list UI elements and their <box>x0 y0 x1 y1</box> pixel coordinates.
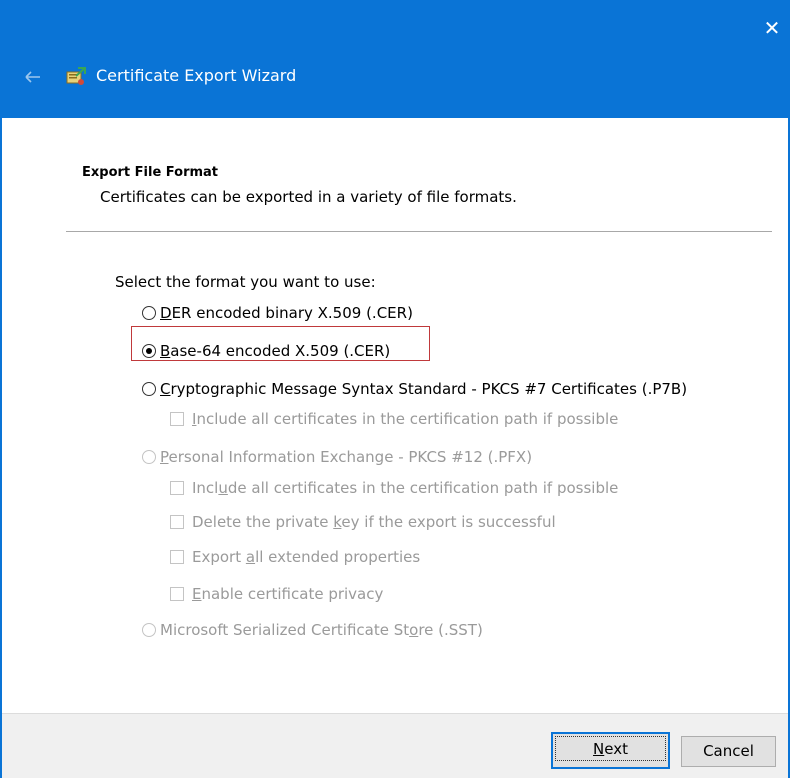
page-subheading: Certificates can be exported in a variet… <box>100 188 517 206</box>
radio-circle[interactable] <box>142 623 156 637</box>
radio-pkcs7-label: Cryptographic Message Syntax Standard - … <box>160 380 688 398</box>
radio-circle[interactable] <box>142 306 156 320</box>
checkbox-pfx-delete-key[interactable]: Delete the private key if the export is … <box>170 513 556 531</box>
back-arrow-icon[interactable] <box>20 64 46 90</box>
radio-pfx[interactable]: Personal Information Exchange - PKCS #12… <box>142 448 532 466</box>
checkbox-pfx-export-ext[interactable]: Export all extended properties <box>170 548 420 566</box>
checkbox-box[interactable] <box>170 587 184 601</box>
format-prompt: Select the format you want to use: <box>115 273 376 291</box>
radio-base64[interactable]: Base-64 encoded X.509 (.CER) <box>142 342 390 360</box>
checkbox-box[interactable] <box>170 481 184 495</box>
radio-pfx-label: Personal Information Exchange - PKCS #12… <box>160 448 533 466</box>
cancel-button[interactable]: Cancel <box>681 736 776 767</box>
next-button[interactable]: Next <box>551 732 670 769</box>
checkbox-box[interactable] <box>170 515 184 529</box>
button-bar: Next Cancel <box>2 713 788 778</box>
radio-circle[interactable] <box>142 450 156 464</box>
radio-base64-label: Base-64 encoded X.509 (.CER) <box>160 342 391 360</box>
radio-circle[interactable] <box>142 382 156 396</box>
title-bar: ✕ Certificate Export Wizard <box>2 0 788 118</box>
window-title: Certificate Export Wizard <box>96 66 297 85</box>
checkbox-pfx-include-label: Include all certificates in the certific… <box>192 479 619 497</box>
certificate-export-wizard-window: ✕ Certificate Export Wizard Export File … <box>0 0 790 778</box>
radio-der-label: DER encoded binary X.509 (.CER) <box>160 304 413 322</box>
checkbox-pfx-privacy[interactable]: Enable certificate privacy <box>170 585 383 603</box>
checkbox-pfx-delete-key-label: Delete the private key if the export is … <box>192 513 556 531</box>
checkbox-pfx-privacy-label: Enable certificate privacy <box>192 585 384 603</box>
certificate-wizard-icon <box>66 67 86 85</box>
radio-sst-label: Microsoft Serialized Certificate Store (… <box>160 621 483 639</box>
checkbox-pkcs7-include[interactable]: Include all certificates in the certific… <box>170 410 618 428</box>
checkbox-pkcs7-include-label: Include all certificates in the certific… <box>192 410 619 428</box>
checkbox-box[interactable] <box>170 550 184 564</box>
close-button[interactable]: ✕ <box>758 14 786 42</box>
page-heading: Export File Format <box>82 165 219 180</box>
checkbox-box[interactable] <box>170 412 184 426</box>
radio-sst[interactable]: Microsoft Serialized Certificate Store (… <box>142 621 483 639</box>
wizard-content: Export File Format Certificates can be e… <box>2 118 788 713</box>
divider <box>66 231 772 232</box>
radio-circle-checked[interactable] <box>142 344 156 358</box>
checkbox-pfx-export-ext-label: Export all extended properties <box>192 548 421 566</box>
checkbox-pfx-include[interactable]: Include all certificates in the certific… <box>170 479 618 497</box>
radio-pkcs7[interactable]: Cryptographic Message Syntax Standard - … <box>142 380 687 398</box>
radio-der[interactable]: DER encoded binary X.509 (.CER) <box>142 304 413 322</box>
next-button-focus: Next <box>555 736 666 761</box>
